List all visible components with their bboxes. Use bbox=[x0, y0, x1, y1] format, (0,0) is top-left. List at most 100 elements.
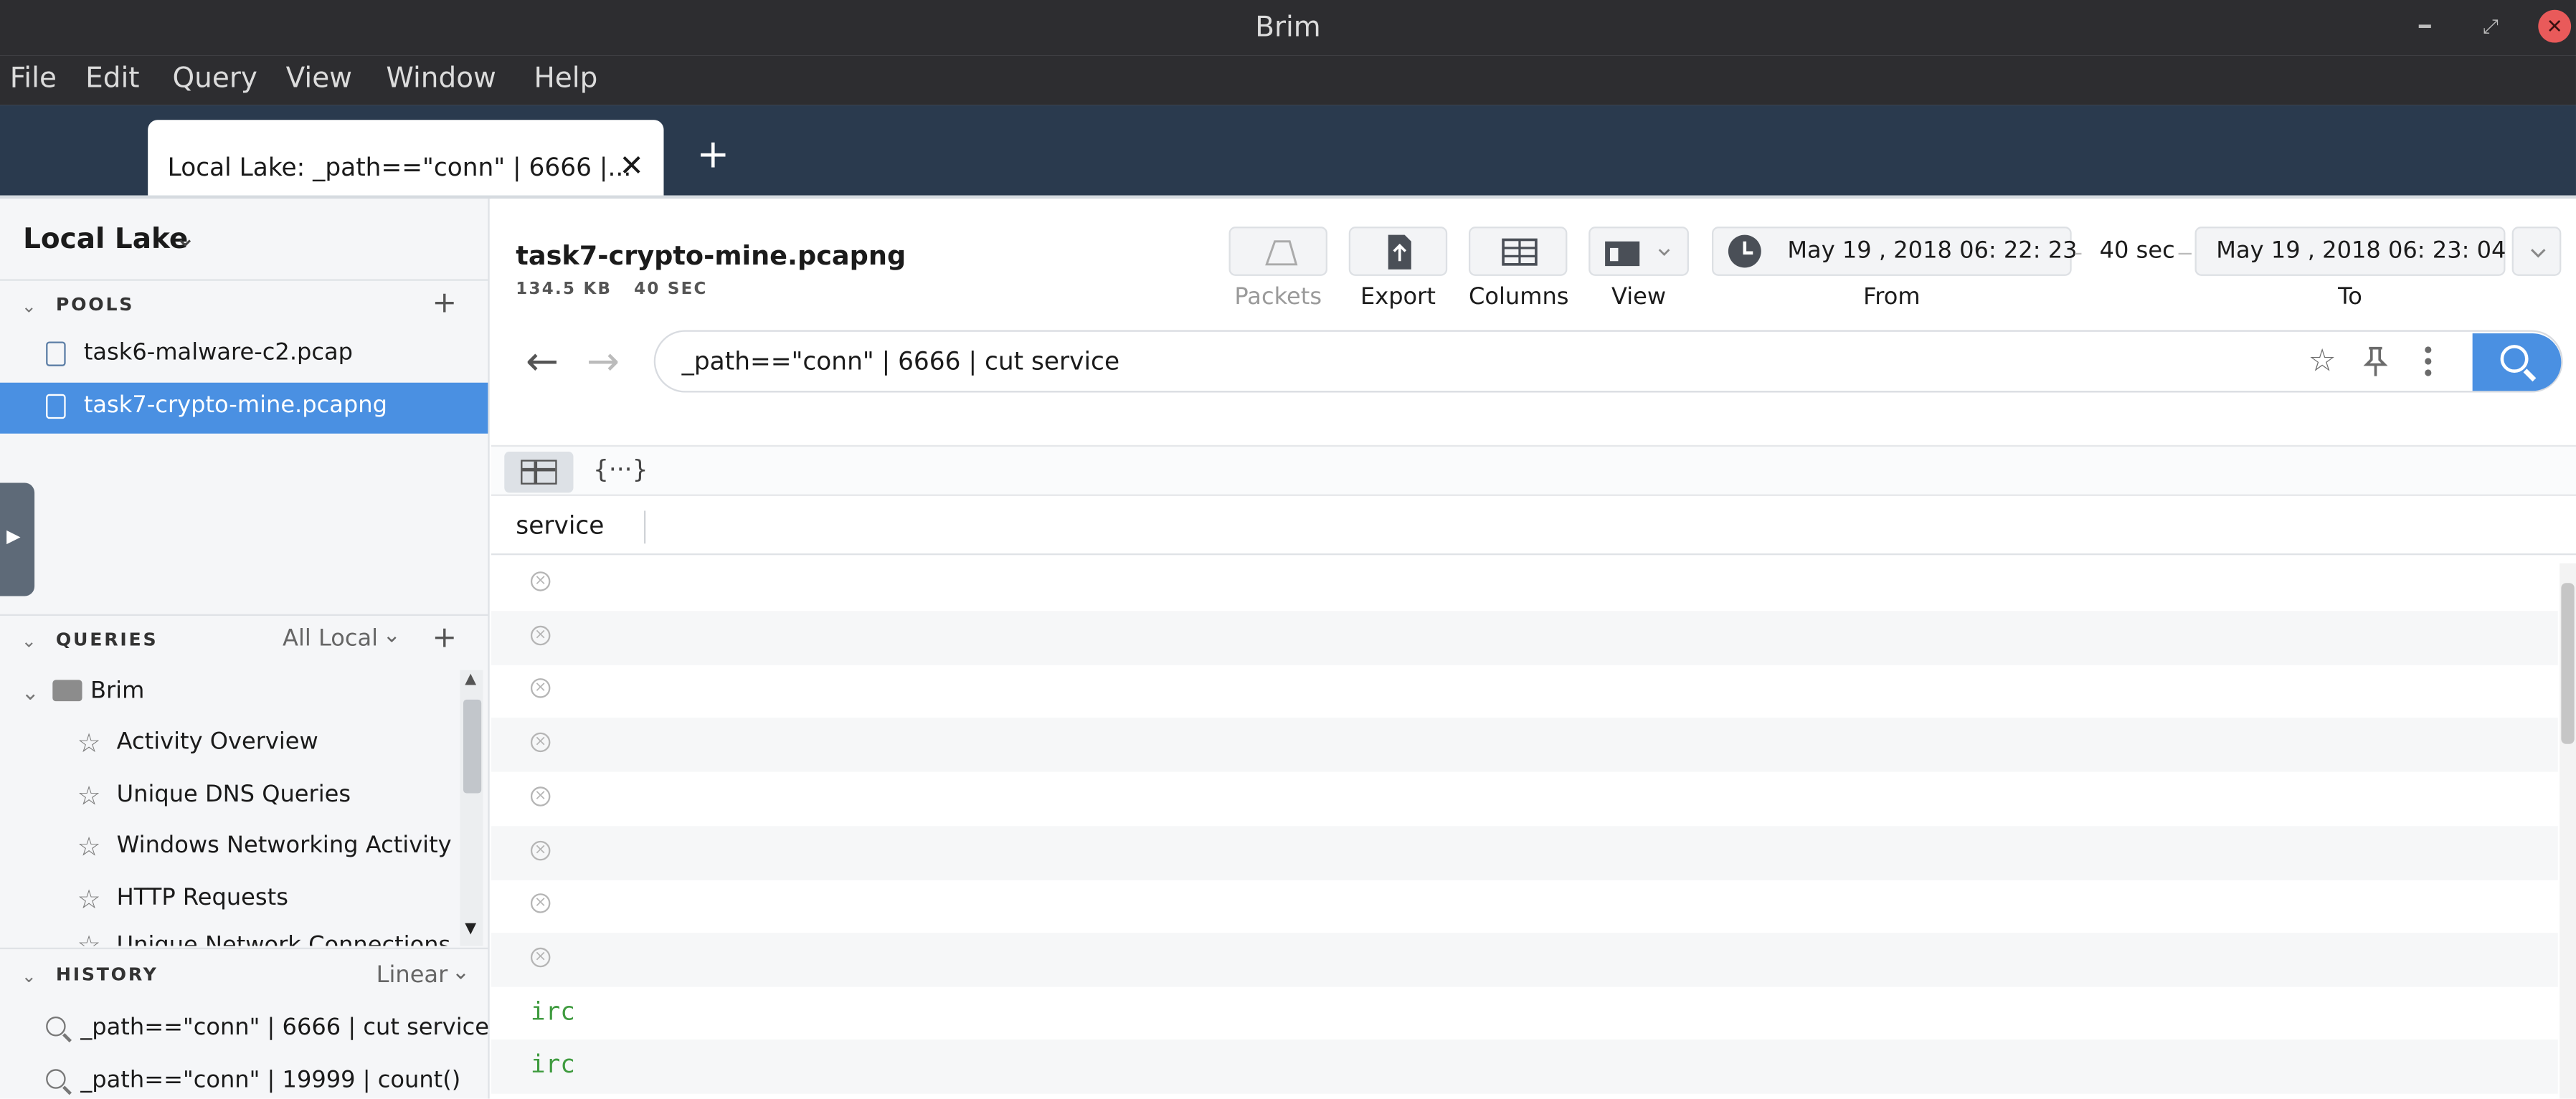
from-date-picker[interactable]: May 19 , 2018 06: 22: 23 bbox=[1712, 227, 2078, 276]
table-row[interactable]: × bbox=[491, 771, 2558, 826]
results-column-header: service bbox=[491, 498, 2576, 556]
query-folder[interactable]: Brim bbox=[90, 678, 144, 705]
export-icon bbox=[1388, 234, 1411, 270]
pool-label: task6-malware-c2.pcap bbox=[83, 340, 354, 366]
table-view-toggle[interactable] bbox=[504, 451, 574, 493]
query-item[interactable]: Unique Network Connections bbox=[117, 933, 451, 946]
table-row[interactable]: irc bbox=[491, 1039, 2558, 1095]
json-view-toggle[interactable]: {···} bbox=[593, 455, 648, 485]
menu-window[interactable]: Window bbox=[386, 62, 496, 95]
chevron-down-icon[interactable]: ⌄ bbox=[22, 631, 37, 652]
more-options-icon[interactable] bbox=[2422, 343, 2435, 379]
cell-value[interactable]: irc bbox=[531, 1050, 575, 1080]
null-value-icon: × bbox=[530, 893, 551, 914]
star-icon[interactable]: ☆ bbox=[77, 883, 101, 915]
pin-icon[interactable] bbox=[2361, 343, 2390, 379]
chevron-down-icon[interactable]: ⌄ bbox=[383, 624, 401, 649]
clock-icon bbox=[1728, 234, 1761, 268]
chevron-down-icon[interactable]: ⌄ bbox=[22, 295, 37, 317]
divider bbox=[0, 947, 488, 950]
add-pool-button[interactable]: + bbox=[432, 286, 457, 320]
packets-button[interactable] bbox=[1228, 227, 1327, 276]
folder-icon bbox=[52, 680, 82, 702]
table-row[interactable]: × bbox=[491, 718, 2558, 772]
query-item[interactable]: Activity Overview bbox=[117, 729, 318, 756]
duration-label: 40 sec bbox=[2099, 238, 2175, 265]
query-item[interactable]: HTTP Requests bbox=[117, 885, 288, 912]
search-input[interactable]: _path=="conn" | 6666 | cut service bbox=[653, 330, 2563, 393]
table-row[interactable]: × bbox=[491, 610, 2558, 665]
pool-duration: 40 SEC bbox=[634, 280, 708, 299]
chevron-down-icon[interactable]: ⌄ bbox=[174, 222, 196, 253]
table-row[interactable]: × bbox=[491, 932, 2558, 987]
star-icon[interactable]: ☆ bbox=[77, 831, 101, 862]
pool-item[interactable]: task6-malware-c2.pcap bbox=[0, 330, 488, 381]
history-item[interactable]: _path=="conn" | 6666 | cut service bbox=[46, 1015, 489, 1041]
menu-file[interactable]: File bbox=[10, 62, 57, 95]
to-date-picker[interactable]: May 19 , 2018 06: 23: 04 bbox=[2194, 227, 2506, 276]
menu-edit[interactable]: Edit bbox=[85, 62, 139, 95]
back-arrow-icon[interactable]: ← bbox=[526, 338, 559, 384]
table-row[interactable]: × bbox=[491, 879, 2558, 933]
tab-query[interactable]: Local Lake: _path=="conn" | 6666 |... ✕ bbox=[148, 120, 664, 196]
new-tab-button[interactable]: + bbox=[696, 131, 729, 177]
queries-section-label: QUERIES bbox=[55, 629, 158, 651]
window-title: Brim bbox=[1255, 11, 1321, 44]
null-value-icon: × bbox=[530, 678, 551, 699]
history-mode-dropdown[interactable]: Linear bbox=[377, 962, 448, 989]
column-resize-handle[interactable] bbox=[643, 510, 646, 544]
layout-icon bbox=[1605, 241, 1670, 267]
divider bbox=[0, 279, 488, 281]
column-header-service[interactable]: service bbox=[516, 510, 604, 540]
table-icon bbox=[521, 460, 557, 485]
scroll-up-icon[interactable]: ▲ bbox=[465, 672, 476, 688]
queries-scrollbar-thumb[interactable] bbox=[463, 699, 482, 794]
pools-section-label: POOLS bbox=[55, 294, 135, 315]
results-scrollbar[interactable] bbox=[2560, 563, 2576, 1099]
chevron-down-icon[interactable]: ⌄ bbox=[452, 961, 470, 985]
star-icon[interactable]: ☆ bbox=[2309, 343, 2336, 379]
run-query-button[interactable] bbox=[2472, 333, 2562, 391]
table-row[interactable]: × bbox=[491, 557, 2558, 612]
export-button[interactable] bbox=[1348, 227, 1448, 276]
pane-toggle-handle[interactable]: ▶ bbox=[0, 482, 35, 596]
star-icon[interactable]: ☆ bbox=[77, 780, 101, 812]
table-row[interactable]: × bbox=[491, 664, 2558, 718]
history-item[interactable]: _path=="conn" | 19999 | count() bbox=[46, 1067, 460, 1094]
cell-value[interactable]: irc bbox=[531, 996, 575, 1026]
view-button[interactable] bbox=[1588, 227, 1689, 276]
table-row[interactable]: × bbox=[491, 825, 2558, 880]
star-icon[interactable]: ☆ bbox=[77, 930, 101, 946]
query-item[interactable]: Unique DNS Queries bbox=[117, 781, 351, 808]
menu-query[interactable]: Query bbox=[173, 62, 257, 95]
pool-label: task7-crypto-mine.pcapng bbox=[83, 392, 387, 419]
star-icon[interactable]: ☆ bbox=[77, 728, 101, 759]
pool-item-selected[interactable]: task7-crypto-mine.pcapng bbox=[0, 382, 488, 434]
search-icon bbox=[46, 1017, 66, 1037]
chevron-down-icon[interactable]: ⌄ bbox=[22, 966, 37, 987]
columns-button[interactable] bbox=[1468, 227, 1568, 276]
restore-button[interactable]: ⤢ bbox=[2474, 10, 2507, 43]
export-label: Export bbox=[1360, 284, 1436, 310]
menu-view[interactable]: View bbox=[286, 62, 352, 95]
forward-arrow-icon[interactable]: → bbox=[587, 338, 620, 384]
query-item[interactable]: Windows Networking Activity bbox=[117, 832, 452, 859]
results-scrollbar-thumb[interactable] bbox=[2561, 583, 2575, 744]
search-icon bbox=[46, 1069, 66, 1089]
divider bbox=[0, 614, 488, 617]
lake-title[interactable]: Local Lake bbox=[23, 224, 188, 257]
scroll-down-icon[interactable]: ▼ bbox=[465, 921, 476, 938]
menu-help[interactable]: Help bbox=[534, 62, 598, 95]
add-query-button[interactable]: + bbox=[432, 621, 457, 655]
minimize-button[interactable]: ━ bbox=[2408, 10, 2441, 43]
time-range-dropdown[interactable] bbox=[2511, 227, 2562, 276]
chevron-down-icon bbox=[2531, 249, 2546, 258]
packets-label: Packets bbox=[1234, 284, 1322, 310]
play-icon: ▶ bbox=[6, 525, 21, 547]
tab-close-icon[interactable]: ✕ bbox=[619, 149, 644, 184]
null-value-icon: × bbox=[530, 625, 551, 645]
chevron-down-icon[interactable]: ⌄ bbox=[22, 682, 39, 706]
close-window-button[interactable]: ✕ bbox=[2538, 9, 2572, 43]
table-row[interactable]: irc bbox=[491, 986, 2558, 1041]
queries-filter-dropdown[interactable]: All Local bbox=[283, 626, 378, 652]
